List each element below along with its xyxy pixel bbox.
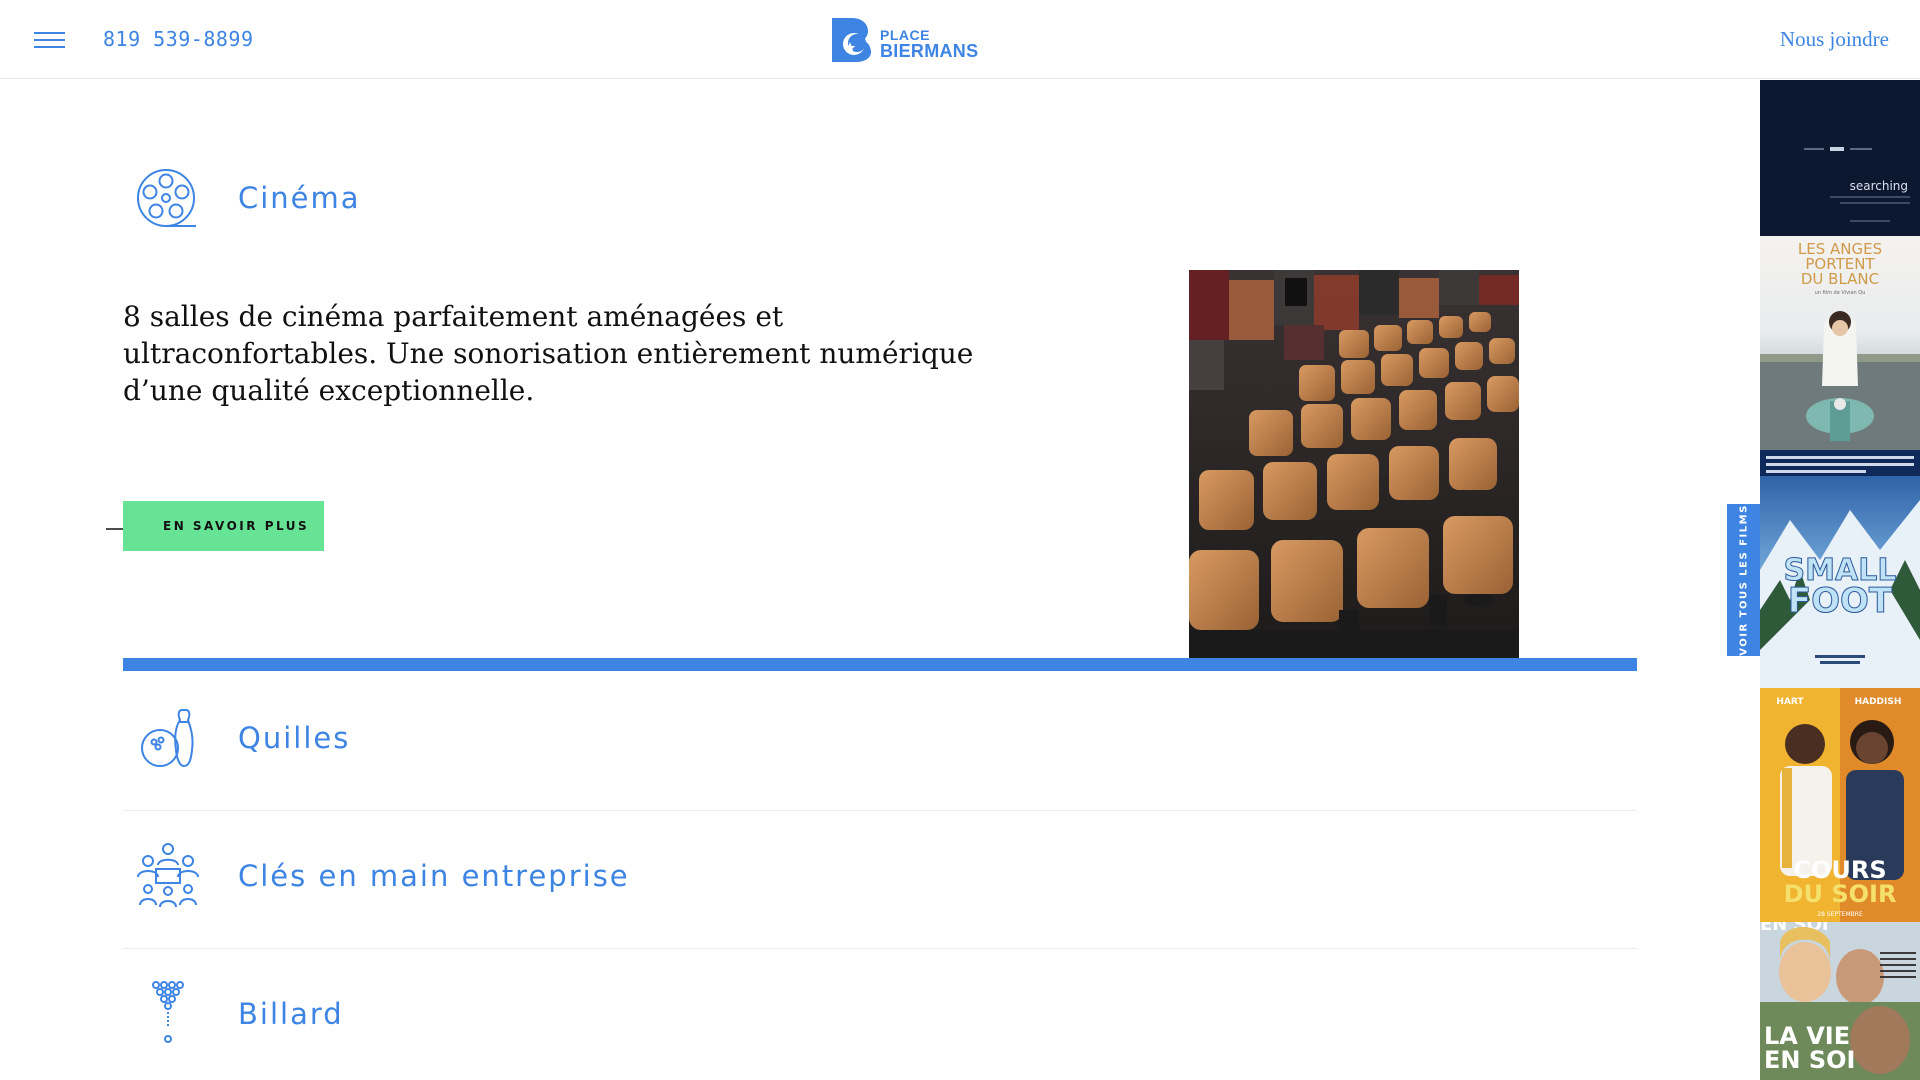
poster-credit: un film de Vivian Qu — [1815, 290, 1866, 296]
cinema-seats-photo — [1189, 270, 1519, 658]
poster-top-right: HADDISH — [1855, 697, 1902, 707]
section-title-cles-en-main[interactable]: Clés en main entreprise — [238, 859, 630, 893]
svg-text:FOOT: FOOT — [1788, 581, 1893, 621]
logo-b-icon — [832, 18, 871, 62]
bowling-icon — [134, 706, 202, 774]
svg-text:EN SOI: EN SOI — [1764, 1046, 1855, 1074]
film-poster[interactable]: EN SOI LA VIE EN SOI — [1760, 922, 1920, 1080]
see-all-films-label: VOIR TOUS LES FILMS — [1738, 504, 1749, 656]
svg-text:DU BLANC: DU BLANC — [1801, 270, 1879, 288]
section-title-billard[interactable]: Billard — [238, 997, 344, 1031]
group-meeting-icon — [134, 843, 202, 911]
section-title-quilles[interactable]: Quilles — [238, 721, 350, 755]
menu-icon[interactable] — [34, 32, 65, 48]
phone-link[interactable]: 819 539-8899 — [103, 27, 254, 51]
svg-text:DU SOIR: DU SOIR — [1784, 880, 1897, 908]
poster-title: searching — [1850, 179, 1908, 193]
logo[interactable]: PLACE BIERMANS — [828, 16, 993, 62]
contact-link[interactable]: Nous joindre — [1780, 27, 1889, 52]
film-reel-icon — [134, 166, 202, 234]
film-poster-sidebar: searching LES ANGES PORTENT DU BLANC un … — [1760, 80, 1920, 1080]
cinema-title[interactable]: Cinéma — [238, 181, 361, 215]
film-poster[interactable]: searching — [1760, 80, 1920, 236]
billiard-icon — [134, 981, 202, 1049]
site-header: 819 539-8899 PLACE BIERMANS Nous joindre — [0, 0, 1920, 79]
film-poster[interactable]: SMALL FOOT — [1760, 450, 1920, 688]
logo-biermans-text: BIERMANS — [880, 41, 979, 61]
learn-more-button[interactable]: EN SAVOIR PLUS — [123, 501, 324, 551]
poster-date: 28 SEPTEMBRE — [1817, 911, 1863, 918]
active-section-bar — [123, 658, 1637, 671]
see-all-films-button[interactable]: VOIR TOUS LES FILMS — [1727, 504, 1760, 656]
film-poster[interactable]: HART HADDISH COURS DU SOIR 28 SEPTEMBRE — [1760, 688, 1920, 922]
divider — [123, 948, 1637, 949]
film-poster[interactable]: LES ANGES PORTENT DU BLANC un film de Vi… — [1760, 236, 1920, 450]
poster-top-left: HART — [1776, 697, 1804, 707]
cinema-description: 8 salles de cinéma parfaitement aménagée… — [123, 300, 974, 407]
divider — [123, 810, 1637, 811]
